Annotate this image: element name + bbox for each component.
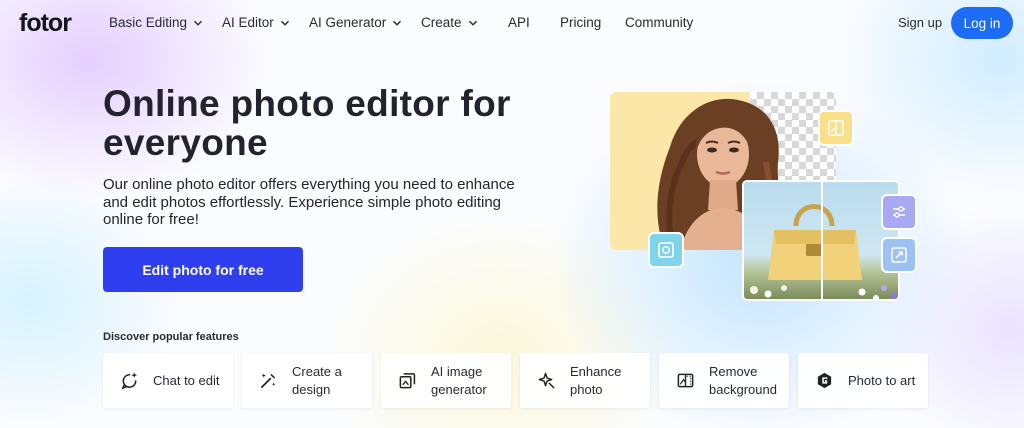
enhance-sparkle-icon [538,372,555,389]
feature-label: AI image generator [431,363,487,397]
nav-item-pricing[interactable]: Pricing [560,15,601,30]
adjust-badge [881,194,917,230]
sign-up-link[interactable]: Sign up [898,15,942,30]
feature-remove-background[interactable]: Remove background [659,353,789,408]
feature-label: Photo to art [848,372,916,388]
adjust-sliders-icon [893,206,905,218]
edit-photo-for-free-button[interactable]: Edit photo for free [103,247,303,292]
nav-item-label: AI Generator [309,15,387,30]
nav-item-label: Community [625,15,694,30]
remove-background-icon [677,373,694,388]
magic-wand-icon [260,373,276,389]
nav-item-label: Basic Editing [109,15,188,30]
resize-icon [891,247,907,263]
hero-description: Our online photo editor offers everythin… [103,176,515,228]
chevron-down-icon [468,20,477,26]
image-stack-icon [399,373,416,389]
nav-item-basic-editing[interactable]: Basic Editing [109,15,203,30]
feature-ai-image-generator[interactable]: AI image generator [381,353,511,408]
cutout-badge [818,110,854,146]
feature-create-a-design[interactable]: Create a design [242,353,372,408]
nav-item-label: AI Editor [222,15,274,30]
features-heading: Discover popular features [103,331,239,343]
cutout-icon [828,120,844,136]
feature-label: Remove background [709,363,777,397]
art-logo-icon [817,372,832,389]
feature-label: Chat to edit [153,372,220,388]
handbag-photo [742,180,900,301]
hero-title: Online photo editor for everyone [103,83,511,163]
feature-photo-to-art[interactable]: Photo to art [798,353,928,408]
nav-item-ai-editor[interactable]: AI Editor [222,15,290,30]
resize-badge [881,237,917,273]
top-nav: fotor Basic Editing AI Editor AI Generat… [0,0,1024,46]
log-in-button[interactable]: Log in [951,7,1013,39]
fotor-logo[interactable]: fotor [19,9,72,38]
nav-item-label: Create [421,15,462,30]
chat-sparkle-icon [121,372,138,390]
nav-item-ai-generator[interactable]: AI Generator [309,15,402,30]
enhance-frame-icon [658,242,674,258]
nav-item-label: Pricing [560,15,602,30]
nav-item-label: API [508,15,530,30]
nav-item-community[interactable]: Community [625,15,693,30]
nav-item-api[interactable]: API [508,15,530,30]
hero-image-collage [608,80,928,305]
feature-chat-to-edit[interactable]: Chat to edit [103,353,233,408]
before-after-divider [821,182,823,299]
chevron-down-icon [393,20,402,26]
feature-label: Enhance photo [570,363,622,397]
enhance-badge [648,232,684,268]
feature-enhance-photo[interactable]: Enhance photo [520,353,650,408]
chevron-down-icon [280,20,289,26]
chevron-down-icon [194,20,203,26]
feature-label: Create a design [292,363,342,397]
nav-item-create[interactable]: Create [421,15,478,30]
